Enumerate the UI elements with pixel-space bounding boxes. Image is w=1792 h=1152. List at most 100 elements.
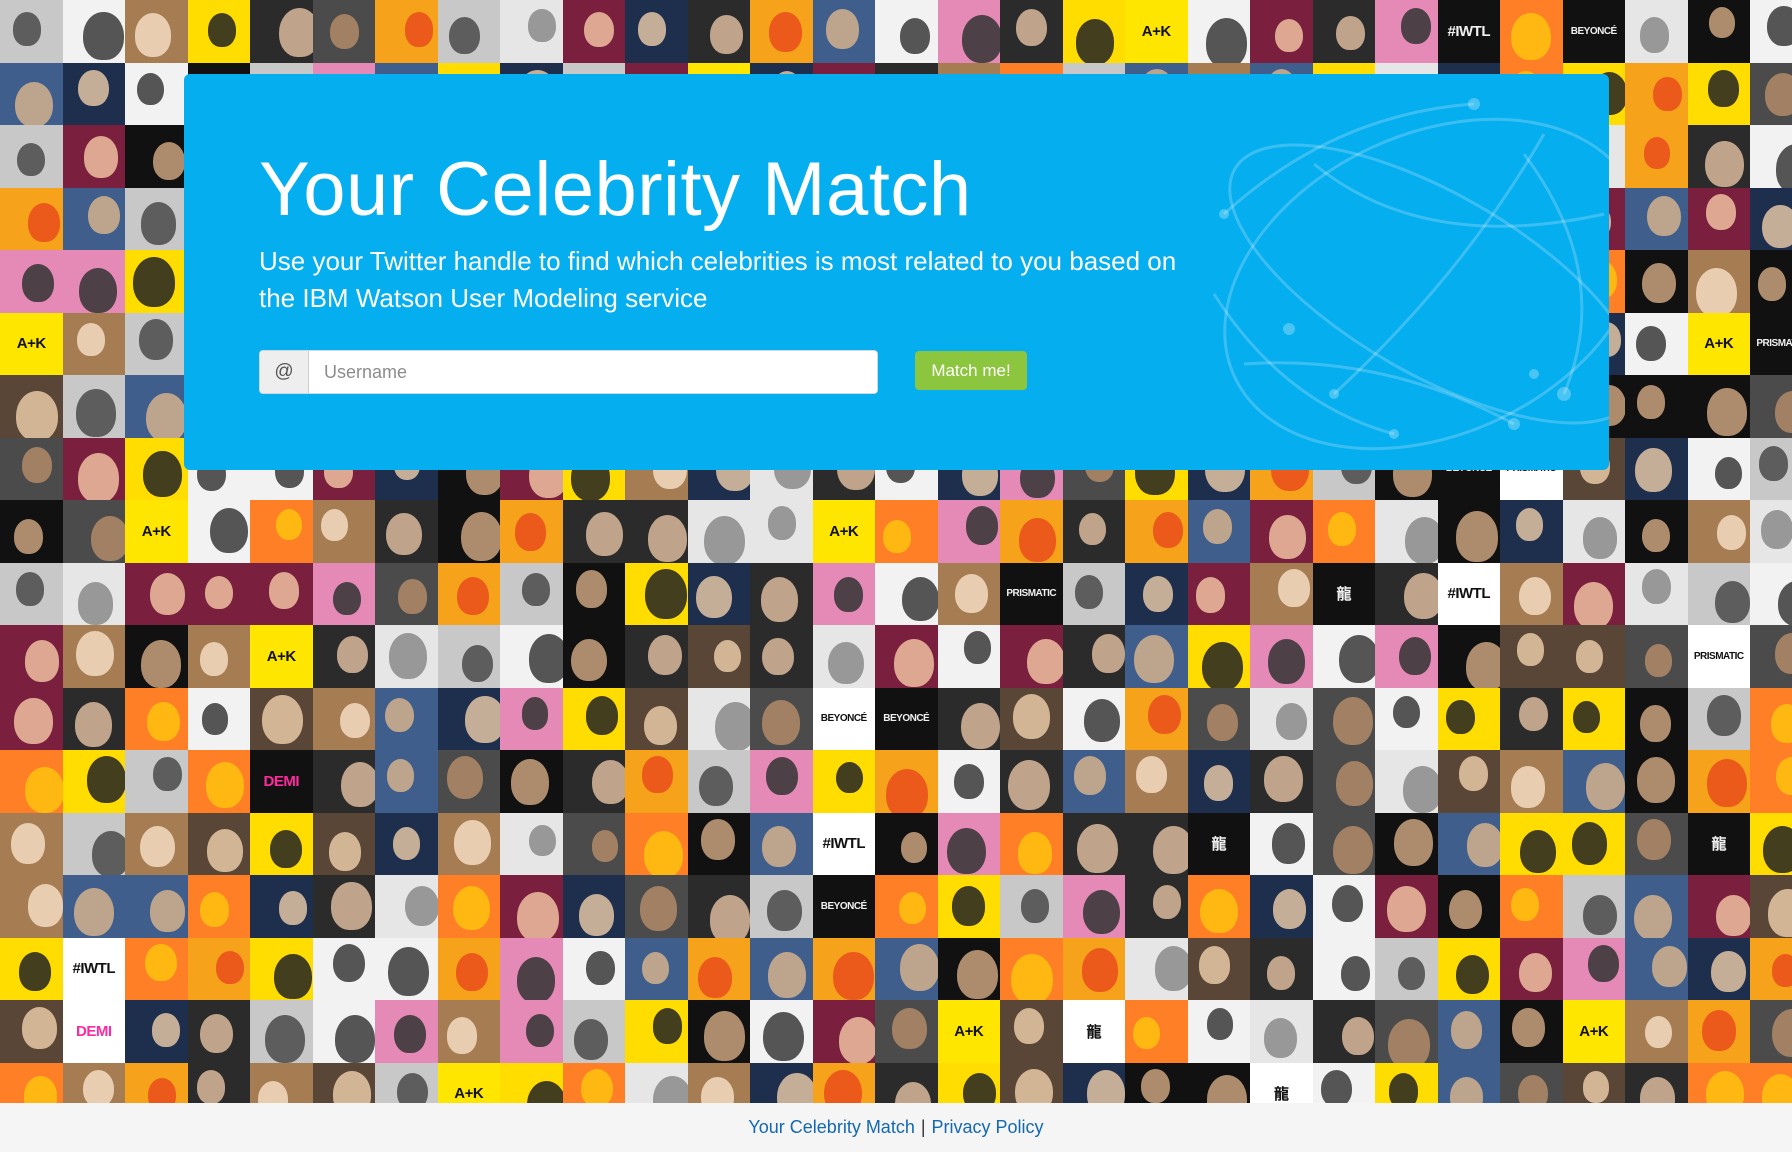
celebrity-face-shape <box>892 1008 927 1050</box>
celebrity-face-shape <box>697 956 733 998</box>
celebrity-photo-tile <box>625 937 688 1000</box>
celebrity-face-shape <box>1706 758 1747 807</box>
celebrity-photo-tile <box>1125 500 1188 563</box>
celebrity-face-shape <box>644 568 687 619</box>
celebrity-photo-tile <box>562 1062 625 1103</box>
celebrity-face-shape <box>1466 642 1500 688</box>
celebrity-face-shape <box>1704 140 1744 188</box>
celebrity-photo-tile <box>437 875 500 938</box>
celebrity-face-shape <box>140 825 176 868</box>
celebrity-photo-tile <box>1375 500 1438 563</box>
celebrity-face-shape <box>514 512 547 551</box>
celebrity-face-shape <box>696 575 732 619</box>
celebrity-face-shape <box>90 515 125 562</box>
celebrity-face-shape <box>151 1012 181 1047</box>
celebrity-photo-tile <box>687 1062 750 1103</box>
celebrity-face-shape <box>1446 700 1475 735</box>
celebrity-photo-tile <box>687 562 750 625</box>
celebrity-face-shape <box>199 891 230 928</box>
mosaic-tile-label: A+K <box>454 1085 484 1103</box>
footer-home-link[interactable]: Your Celebrity Match <box>748 1117 914 1138</box>
celebrity-photo-tile <box>312 687 375 750</box>
celebrity-photo-tile <box>62 375 125 438</box>
celebrity-face-shape <box>392 826 421 860</box>
celebrity-face-shape <box>766 756 799 795</box>
privacy-policy-link[interactable]: Privacy Policy <box>932 1117 1044 1138</box>
celebrity-photo-tile <box>1562 500 1625 563</box>
celebrity-photo-tile <box>1375 0 1438 63</box>
celebrity-face-shape <box>1708 70 1739 107</box>
celebrity-photo-tile <box>937 562 1000 625</box>
celebrity-photo-tile <box>0 750 63 813</box>
celebrity-face-shape <box>1642 262 1676 304</box>
celebrity-photo-tile <box>1625 500 1688 563</box>
celebrity-photo-tile <box>875 812 938 875</box>
celebrity-photo-tile <box>1437 937 1500 1000</box>
celebrity-photo-tile <box>62 0 125 63</box>
celebrity-face-shape <box>1012 693 1051 739</box>
celebrity-face-shape <box>1518 952 1552 992</box>
celebrity-face-shape <box>134 12 172 57</box>
celebrity-face-shape <box>83 136 119 178</box>
celebrity-face-shape <box>1637 385 1666 419</box>
celebrity-photo-tile <box>1500 0 1563 63</box>
celebrity-face-shape <box>1511 887 1539 921</box>
celebrity-face-shape <box>1763 826 1792 874</box>
celebrity-face-shape <box>1394 819 1433 866</box>
celebrity-photo-tile <box>250 500 313 563</box>
celebrity-face-shape <box>1271 823 1306 864</box>
celebrity-face-shape <box>1339 635 1375 683</box>
celebrity-photo-tile: 龍 <box>1312 562 1375 625</box>
celebrity-photo-tile <box>1625 250 1688 313</box>
celebrity-face-shape <box>886 769 929 813</box>
celebrity-face-shape <box>82 1069 115 1103</box>
celebrity-photo-tile <box>1500 812 1563 875</box>
celebrity-face-shape <box>210 507 249 554</box>
celebrity-photo-tile: DEMI <box>62 1000 125 1063</box>
celebrity-photo-tile <box>1687 687 1750 750</box>
celebrity-face-shape <box>573 1018 608 1060</box>
celebrity-photo-tile <box>1500 562 1563 625</box>
celebrity-face-shape <box>760 577 799 623</box>
celebrity-photo-tile <box>437 500 500 563</box>
username-input[interactable] <box>309 351 877 393</box>
celebrity-photo-tile <box>625 1000 688 1063</box>
celebrity-photo-tile <box>125 625 188 688</box>
celebrity-photo-tile <box>375 562 438 625</box>
celebrity-face-shape <box>838 1017 875 1063</box>
celebrity-photo-tile <box>125 562 188 625</box>
celebrity-photo-tile <box>0 500 63 563</box>
celebrity-face-shape <box>1266 956 1296 991</box>
mosaic-tile-label: BEYONCÉ <box>883 713 930 725</box>
celebrity-face-shape <box>147 702 180 742</box>
celebrity-face-shape <box>16 391 58 438</box>
celebrity-photo-tile <box>1187 500 1250 563</box>
celebrity-photo-tile <box>1062 562 1125 625</box>
celebrity-face-shape <box>73 887 115 937</box>
celebrity-face-shape <box>894 1082 932 1103</box>
match-me-button[interactable]: Match me! <box>915 351 1027 390</box>
celebrity-face-shape <box>77 453 119 500</box>
celebrity-photo-tile <box>875 625 938 688</box>
celebrity-photo-tile <box>375 1062 438 1103</box>
celebrity-face-shape <box>1276 703 1307 740</box>
celebrity-face-shape <box>328 831 361 871</box>
celebrity-face-shape <box>196 1069 226 1103</box>
celebrity-face-shape <box>22 446 53 483</box>
celebrity-photo-tile <box>812 562 875 625</box>
celebrity-face-shape <box>1404 517 1438 563</box>
celebrity-photo-tile <box>500 0 563 63</box>
celebrity-face-shape <box>1019 518 1056 563</box>
celebrity-photo-tile <box>125 187 188 250</box>
celebrity-face-shape <box>652 1008 682 1044</box>
celebrity-photo-tile <box>437 812 500 875</box>
celebrity-photo-tile <box>375 812 438 875</box>
mosaic-tile-label: BEYONCÉ <box>820 900 867 912</box>
celebrity-photo-tile <box>937 937 1000 1000</box>
celebrity-photo-tile <box>1437 625 1500 688</box>
celebrity-face-shape <box>268 572 299 609</box>
celebrity-photo-tile <box>62 562 125 625</box>
celebrity-face-shape <box>1775 144 1792 188</box>
celebrity-face-shape <box>386 512 422 556</box>
celebrity-face-shape <box>1644 1015 1672 1048</box>
